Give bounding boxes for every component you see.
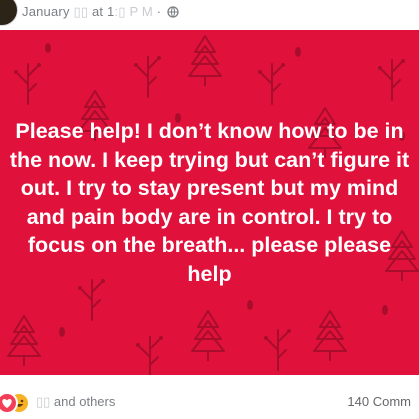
love-icon[interactable] — [0, 392, 18, 414]
meta-separator: · — [152, 4, 166, 19]
post-time[interactable]: at 1 — [92, 4, 114, 19]
post-message: Please help! I don’t know how to be in t… — [0, 117, 419, 288]
reaction-names-blur: ▯▯ — [36, 394, 54, 409]
post-message-line: out. I try to stay present but my mind — [20, 176, 399, 200]
post-date[interactable]: January — [22, 4, 73, 19]
comment-count[interactable]: 140 Comm — [347, 394, 411, 409]
post-footer: ▯▯ and others 140 Comm — [0, 375, 419, 419]
post-background: Please help! I don’t know how to be in t… — [0, 30, 419, 375]
post-header: January ▯▯ at 1:▯ P M · — [0, 0, 419, 30]
post-time-blur: :▯ P M — [114, 4, 153, 19]
avatar[interactable] — [0, 0, 18, 26]
post-timestamp[interactable]: January ▯▯ at 1:▯ P M · — [22, 4, 179, 21]
reaction-summary[interactable]: ▯▯ and others — [36, 394, 115, 410]
globe-icon[interactable] — [167, 6, 179, 21]
post-message-line: help — [187, 261, 232, 286]
reaction-summary-text[interactable]: and others — [54, 394, 115, 409]
post-message-line: and pain body are in control. I try to — [26, 204, 393, 229]
post-date-blur: ▯▯ — [73, 4, 89, 19]
post-message-line: the now. I keep trying but can’t figure … — [9, 147, 410, 172]
post-message-line: focus on the breath... please please — [27, 233, 392, 257]
post-message-line: Please help! I don’t know how to be in — [15, 119, 404, 143]
